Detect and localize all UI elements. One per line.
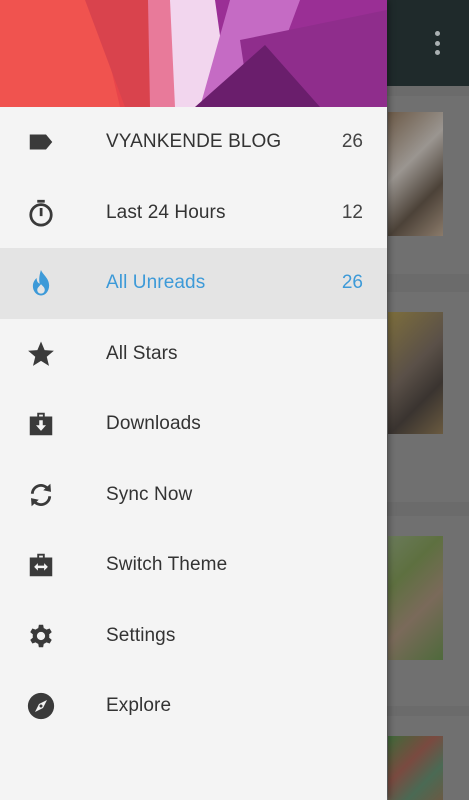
- navigation-drawer: VYANKENDE BLOG 26 Last 24 Hours 12 All U…: [0, 0, 387, 800]
- more-vertical-icon[interactable]: [425, 28, 449, 58]
- label-icon: [26, 127, 56, 157]
- star-icon: [26, 339, 56, 369]
- nav-item-explore[interactable]: Explore: [0, 671, 387, 742]
- article-thumbnail: [388, 536, 443, 660]
- sync-icon: [26, 480, 56, 510]
- drawer-nav-list: VYANKENDE BLOG 26 Last 24 Hours 12 All U…: [0, 107, 387, 742]
- compass-icon: [26, 691, 56, 721]
- nav-item-count: 26: [341, 131, 363, 153]
- nav-item-label: Explore: [106, 695, 172, 717]
- gear-icon: [26, 621, 56, 651]
- switch-theme-icon: [26, 550, 56, 580]
- drawer-header-image: [0, 0, 387, 107]
- flame-icon: [26, 268, 56, 298]
- nav-item-label: Downloads: [106, 413, 201, 435]
- nav-item-count: 26: [341, 272, 363, 294]
- nav-item-label: All Unreads: [106, 272, 206, 294]
- download-box-icon: [26, 409, 56, 439]
- nav-item-sync-now[interactable]: Sync Now: [0, 460, 387, 531]
- nav-item-count: 12: [341, 201, 363, 223]
- timer-icon: [26, 198, 56, 228]
- article-thumbnail: [388, 312, 443, 434]
- nav-item-downloads[interactable]: Downloads: [0, 389, 387, 460]
- nav-item-vyankende-blog[interactable]: VYANKENDE BLOG 26: [0, 107, 387, 178]
- nav-item-last-24-hours[interactable]: Last 24 Hours 12: [0, 178, 387, 249]
- nav-item-all-unreads[interactable]: All Unreads 26: [0, 248, 387, 319]
- nav-item-label: Sync Now: [106, 483, 193, 505]
- article-thumbnail: [388, 112, 443, 236]
- nav-item-all-stars[interactable]: All Stars: [0, 319, 387, 390]
- article-thumbnail: [388, 736, 443, 800]
- nav-item-label: All Stars: [106, 342, 178, 364]
- nav-item-settings[interactable]: Settings: [0, 601, 387, 672]
- nav-item-label: Last 24 Hours: [106, 201, 226, 223]
- nav-item-switch-theme[interactable]: Switch Theme: [0, 530, 387, 601]
- nav-item-label: VYANKENDE BLOG: [106, 131, 282, 153]
- nav-item-label: Switch Theme: [106, 554, 228, 576]
- nav-item-label: Settings: [106, 624, 176, 646]
